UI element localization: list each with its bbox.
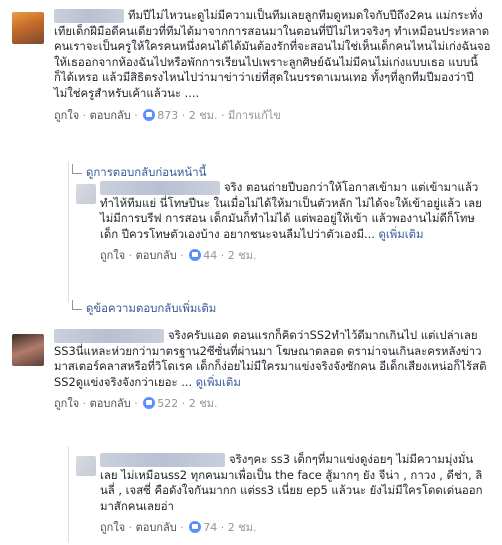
reply: จริงๆคะ ss3 เด็กๆที่มาแข่งดูง่อยๆ ไม่มีค… [100,452,490,536]
author-name-redacted[interactable] [54,8,124,23]
like-reaction-icon [189,249,202,262]
timestamp[interactable]: 2 ชม. [228,249,257,262]
see-more-link[interactable]: ดูเพิ่มเติม [378,227,423,241]
reply-button[interactable]: ตอบกลับ [136,521,177,534]
like-reaction-icon [189,521,202,534]
reply-button[interactable]: ตอบกลับ [90,109,131,122]
avatar[interactable] [12,334,44,366]
author-name-redacted[interactable] [100,452,225,467]
reaction-count[interactable]: 44 [203,249,217,262]
like-button[interactable]: ถูกใจ [100,521,125,534]
comment: จริงครับแอด ตอนแรกก็คิดว่าSS2ทำไว้ดีมากเ… [54,328,494,412]
avatar[interactable] [12,12,44,44]
like-button[interactable]: ถูกใจ [54,397,79,410]
author-name-redacted[interactable] [100,180,220,195]
reply-button[interactable]: ตอบกลับ [136,249,177,262]
like-reaction-icon [143,397,156,410]
timestamp[interactable]: 2 ชม. [228,521,257,534]
reply-arrow-icon [72,300,82,310]
like-reaction-icon [143,108,156,121]
thread-line [68,446,69,542]
like-button[interactable]: ถูกใจ [100,249,125,262]
reply: จริง ตอนถ่ายปีบอกว่าให้โอกาสเข้ามา แต่เข… [100,180,490,264]
like-button[interactable]: ถูกใจ [54,109,79,122]
reaction-count[interactable]: 74 [203,521,217,534]
comment: ทีมปีไม่ไหวนะดูไม่มีความเป็นทีมเลยลูกทีม… [54,8,494,124]
avatar[interactable] [76,184,96,204]
reply-actions: ถูกใจ · ตอบกลับ · 74 · 2 ชม. [100,521,257,535]
comment-actions: ถูกใจ · ตอบกลับ · 873 · 2 ชม. · มีการแก้… [54,108,281,122]
comment-body: จริงครับแอด ตอนแรกก็คิดว่าSS2ทำไว้ดีมากเ… [54,328,494,390]
avatar[interactable] [76,456,96,476]
timestamp[interactable]: 2 ชม. [189,109,218,122]
author-name-redacted[interactable] [54,328,164,343]
timestamp[interactable]: 2 ชม. [189,397,218,410]
reply-body: จริงๆคะ ss3 เด็กๆที่มาแข่งดูง่อยๆ ไม่มีค… [100,452,490,514]
reaction-count[interactable]: 873 [157,109,178,122]
comment-body: ทีมปีไม่ไหวนะดูไม่มีความเป็นทีมเลยลูกทีม… [54,8,494,102]
view-more-replies-link[interactable]: ดูข้อความตอบกลับเพิ่มเติม [72,300,216,318]
reply-button[interactable]: ตอบกลับ [90,397,131,410]
see-more-link[interactable]: ดูเพิ่มเติม [196,375,241,389]
reply-body: จริง ตอนถ่ายปีบอกว่าให้โอกาสเข้ามา แต่เข… [100,180,490,242]
comment-actions: ถูกใจ · ตอบกลับ · 522 · 2 ชม. [54,397,218,411]
reply-arrow-icon [72,164,82,174]
edited-label[interactable]: มีการแก้ไข [228,109,281,122]
reply-actions: ถูกใจ · ตอบกลับ · 44 · 2 ชม. [100,249,257,263]
reaction-count[interactable]: 522 [157,397,178,410]
thread-line [68,162,69,302]
